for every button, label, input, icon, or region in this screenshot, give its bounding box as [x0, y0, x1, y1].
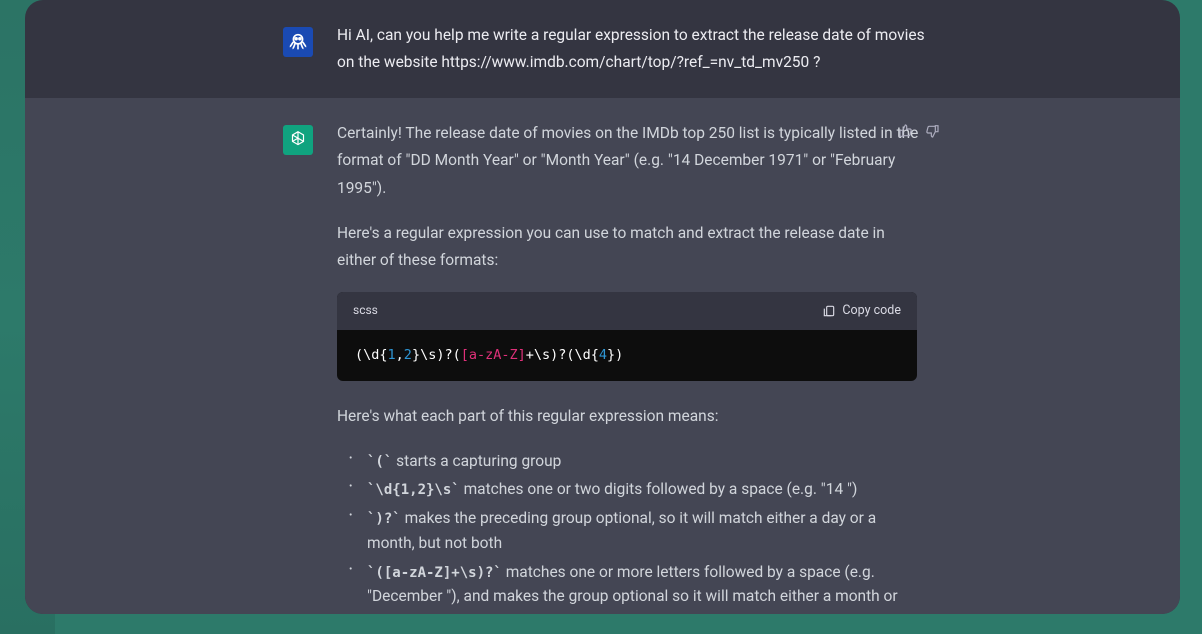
inline-code: `(` [367, 454, 392, 470]
ai-intro-2: Here's a regular expression you can use … [337, 220, 927, 274]
list-item: `)?` makes the preceding group optional,… [345, 506, 927, 556]
ai-message-row: Certainly! The release date of movies on… [25, 98, 1180, 614]
list-item: `([a-zA-Z]+\s)?` matches one or more let… [345, 560, 927, 614]
feedback-buttons [898, 123, 940, 143]
inline-code: `([a-zA-Z]+\s)?` [367, 565, 502, 581]
code-header: scss Copy code [337, 292, 917, 330]
octopus-icon [287, 31, 309, 53]
ai-intro-1: Certainly! The release date of movies on… [337, 120, 927, 201]
code-block: scss Copy code (\d{1,2}\s)?([a-zA-Z]+\s)… [337, 292, 917, 382]
user-message-text: Hi AI, can you help me write a regular e… [337, 22, 927, 76]
chat-card: Hi AI, can you help me write a regular e… [25, 0, 1180, 614]
inline-code: `)?` [367, 511, 401, 527]
ai-avatar [283, 125, 313, 155]
user-message-row: Hi AI, can you help me write a regular e… [25, 0, 1180, 98]
thumbs-up-icon[interactable] [898, 123, 914, 143]
user-avatar [283, 27, 313, 57]
code-lang-label: scss [353, 300, 378, 321]
list-item: `(` starts a capturing group [345, 449, 927, 474]
ai-explain-header: Here's what each part of this regular ex… [337, 403, 927, 430]
copy-code-label: Copy code [842, 300, 901, 322]
explanation-list: `(` starts a capturing group `\d{1,2}\s` … [345, 449, 927, 615]
list-item: `\d{1,2}\s` matches one or two digits fo… [345, 477, 927, 502]
ai-message-body: Certainly! The release date of movies on… [337, 120, 927, 614]
thumbs-down-icon[interactable] [924, 123, 940, 143]
inline-code: `\d{1,2}\s` [367, 482, 460, 498]
clipboard-icon [822, 304, 836, 318]
copy-code-button[interactable]: Copy code [822, 300, 901, 322]
openai-icon [287, 129, 309, 151]
code-content[interactable]: (\d{1,2}\s)?([a-zA-Z]+\s)?(\d{4}) [337, 330, 917, 382]
